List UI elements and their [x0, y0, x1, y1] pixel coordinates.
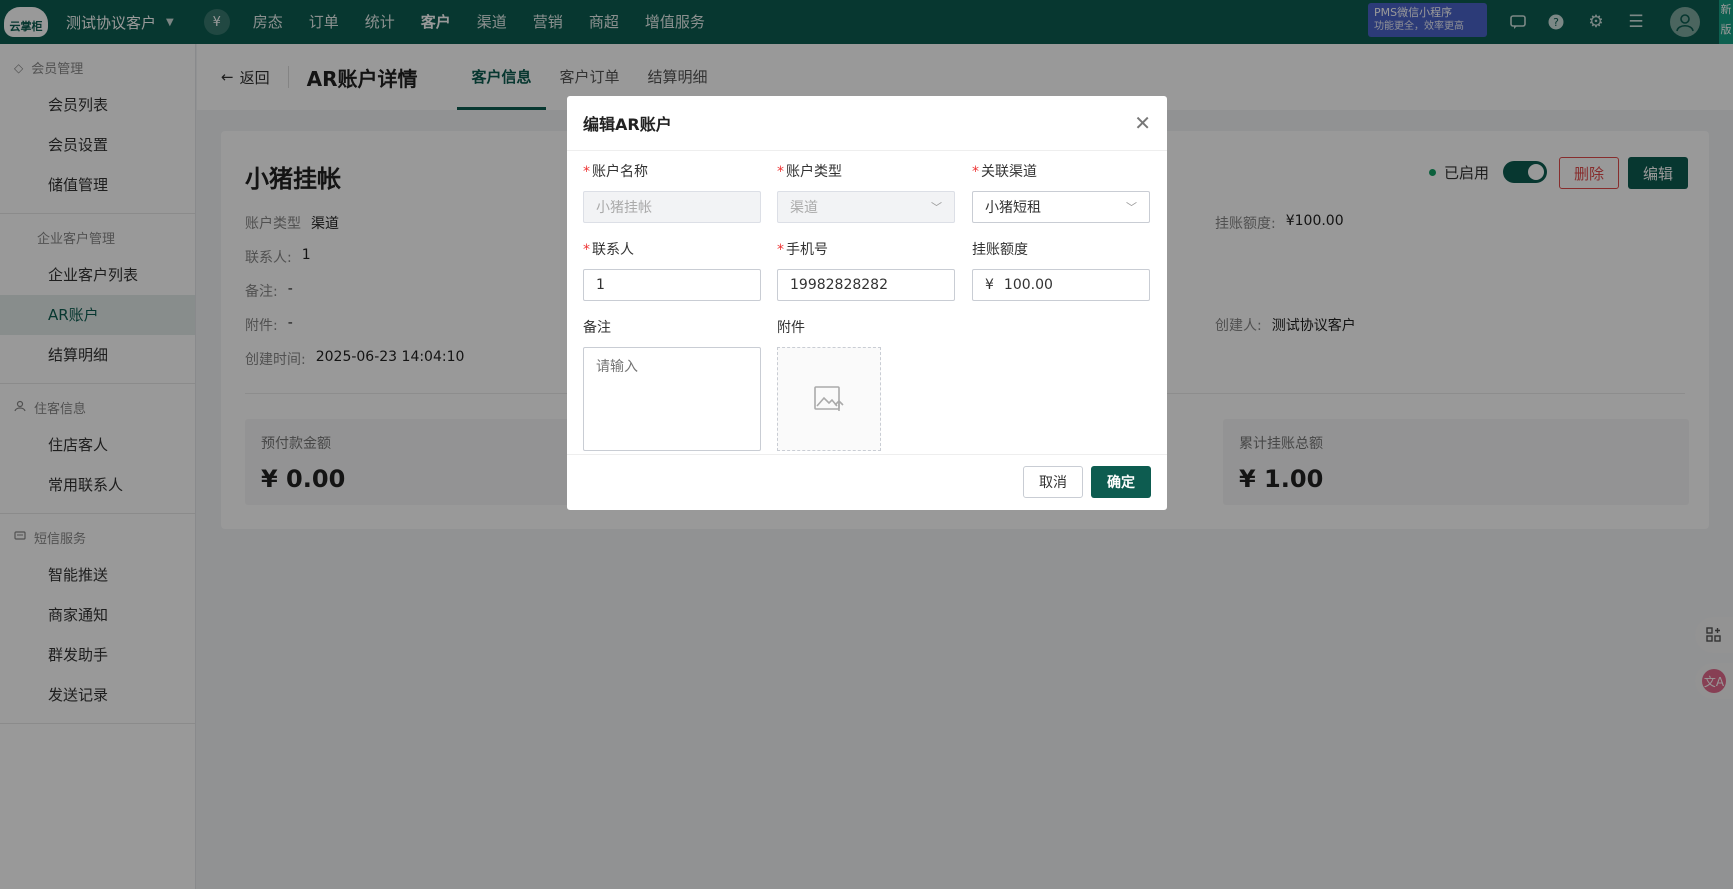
- currency-prefix: ¥: [985, 277, 994, 293]
- phone-field[interactable]: [777, 269, 955, 301]
- account-type-label: * 账户类型: [777, 164, 842, 180]
- contact-input[interactable]: [596, 277, 748, 293]
- chevron-down-icon: ﹀: [1126, 201, 1137, 214]
- account-name-field[interactable]: 小猪挂帐: [583, 191, 761, 223]
- remark-label: 备注: [583, 320, 611, 336]
- phone-input[interactable]: [790, 277, 942, 293]
- dialog-body: * 账户名称 小猪挂帐 * 账户类型 渠道 ﹀ * 关联渠道 小猪短租 ﹀ * 联系人 …: [567, 151, 1167, 453]
- image-upload-icon: [814, 386, 844, 411]
- attachment-label: 附件: [777, 320, 805, 336]
- credit-limit-input[interactable]: [1003, 277, 1137, 293]
- cancel-button[interactable]: 取消: [1023, 466, 1083, 498]
- channel-label: * 关联渠道: [972, 164, 1037, 180]
- channel-value: 小猪短租: [985, 200, 1041, 216]
- credit-limit-field[interactable]: ¥: [972, 269, 1150, 301]
- remark-textarea[interactable]: [583, 347, 761, 451]
- attachment-upload[interactable]: [777, 347, 881, 451]
- edit-ar-account-dialog: 编辑AR账户 ✕ * 账户名称 小猪挂帐 * 账户类型 渠道 ﹀ * 关联渠道 小猪短…: [567, 96, 1167, 510]
- account-type-value: 渠道: [790, 200, 818, 216]
- channel-select[interactable]: 小猪短租 ﹀: [972, 191, 1150, 223]
- close-icon[interactable]: ✕: [1134, 111, 1151, 135]
- contact-field[interactable]: [583, 269, 761, 301]
- dialog-title: 编辑AR账户: [583, 115, 672, 134]
- dialog-footer: 取消 确定: [567, 454, 1167, 510]
- credit-limit-label: 挂账额度: [972, 242, 1028, 258]
- confirm-button[interactable]: 确定: [1091, 466, 1151, 498]
- account-type-select[interactable]: 渠道 ﹀: [777, 191, 955, 223]
- contact-label: * 联系人: [583, 242, 634, 258]
- account-name-placeholder: 小猪挂帐: [596, 200, 652, 216]
- account-name-label: * 账户名称: [583, 164, 648, 180]
- dialog-header: 编辑AR账户 ✕: [567, 96, 1167, 151]
- phone-label: * 手机号: [777, 242, 828, 258]
- chevron-down-icon: ﹀: [931, 201, 942, 214]
